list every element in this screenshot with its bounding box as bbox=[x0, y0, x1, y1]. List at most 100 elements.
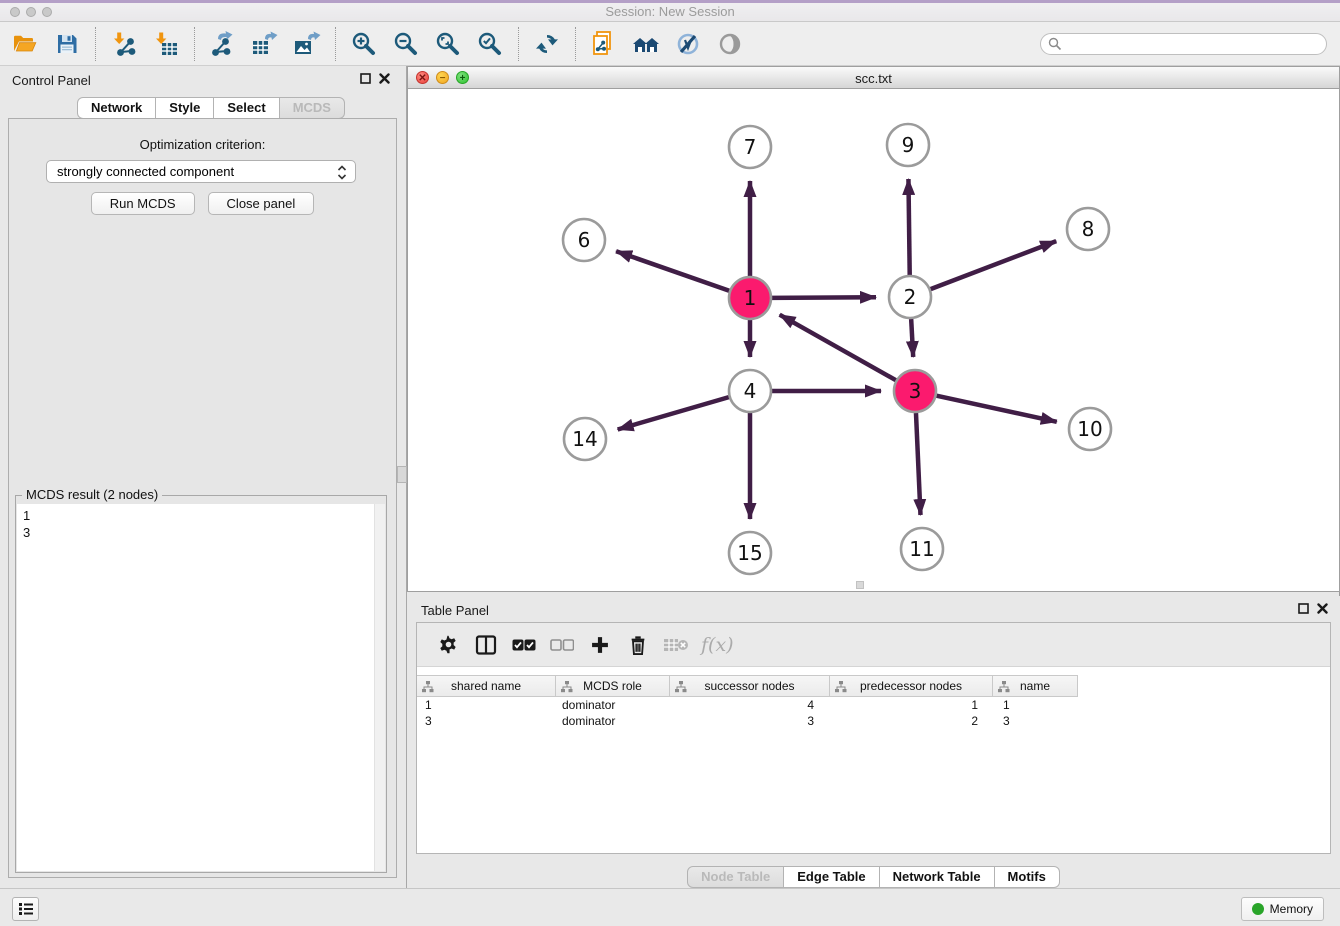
graph-edge-1-2[interactable] bbox=[772, 297, 876, 298]
graph-edge-3-11[interactable] bbox=[916, 413, 921, 515]
graph-edge-4-14[interactable] bbox=[618, 397, 729, 429]
graph-edge-2-8[interactable] bbox=[931, 241, 1057, 289]
splitter-grip[interactable] bbox=[397, 466, 407, 483]
refresh-layout-icon[interactable] bbox=[532, 29, 562, 59]
cell-predecessor-nodes: 2 bbox=[830, 714, 993, 730]
toolbar-separator bbox=[518, 27, 519, 61]
split-view-icon[interactable] bbox=[472, 632, 500, 658]
float-table-panel-icon[interactable] bbox=[1298, 603, 1309, 614]
graph-node-8[interactable]: 8 bbox=[1067, 208, 1109, 250]
table-header-row: shared nameMCDS rolesuccessor nodesprede… bbox=[417, 675, 1078, 697]
settings-gear-icon[interactable] bbox=[434, 632, 462, 658]
cell-name: 3 bbox=[993, 714, 1078, 730]
column-header-name[interactable]: name bbox=[993, 675, 1078, 697]
canvas-resize-grip[interactable] bbox=[856, 581, 864, 589]
graph-node-2[interactable]: 2 bbox=[889, 276, 931, 318]
column-header-successor-nodes[interactable]: successor nodes bbox=[670, 675, 830, 697]
graph-node-14[interactable]: 14 bbox=[564, 418, 606, 460]
close-panel-icon[interactable] bbox=[379, 73, 390, 84]
network-canvas[interactable]: 7 9 6 8 1 2 4 3 14 10 15 11 bbox=[408, 89, 1339, 591]
task-history-button[interactable] bbox=[12, 897, 39, 921]
graph-node-4[interactable]: 4 bbox=[729, 370, 771, 412]
tab-select[interactable]: Select bbox=[214, 97, 279, 119]
graph-node-7[interactable]: 7 bbox=[729, 126, 771, 168]
mcds-tab-body: Optimization criterion: strongly connect… bbox=[8, 118, 397, 878]
graph-edge-3-1[interactable] bbox=[780, 315, 896, 381]
zoom-in-icon[interactable] bbox=[349, 29, 379, 59]
tab-network[interactable]: Network bbox=[77, 97, 156, 119]
cell-name: 1 bbox=[993, 698, 1078, 714]
table-panel: Table Panel bbox=[407, 596, 1340, 888]
vizmapper-icon[interactable] bbox=[673, 29, 703, 59]
cell-successor-nodes: 3 bbox=[670, 714, 830, 730]
optimization-criterion-label: Optimization criterion: bbox=[9, 137, 396, 152]
home-icon[interactable] bbox=[631, 29, 661, 59]
network-view-window: ✕ − + scc.txt 7 9 6 8 1 2 4 3 14 10 15 11 bbox=[407, 66, 1340, 592]
tab-motifs[interactable]: Motifs bbox=[995, 866, 1060, 888]
export-table-icon[interactable] bbox=[250, 29, 280, 59]
graph-node-15[interactable]: 15 bbox=[729, 532, 771, 574]
table-row[interactable]: 1dominator411 bbox=[417, 698, 1330, 714]
select-all-columns-icon[interactable] bbox=[510, 632, 538, 658]
graph-node-1[interactable]: 1 bbox=[729, 277, 771, 319]
toolbar-separator bbox=[575, 27, 576, 61]
graph-node-9[interactable]: 9 bbox=[887, 124, 929, 166]
tab-style[interactable]: Style bbox=[156, 97, 214, 119]
clone-network-icon[interactable] bbox=[589, 29, 619, 59]
save-session-icon[interactable] bbox=[52, 29, 82, 59]
zoom-fit-icon[interactable] bbox=[433, 29, 463, 59]
search-field[interactable] bbox=[1040, 33, 1327, 55]
tab-mcds[interactable]: MCDS bbox=[280, 97, 345, 119]
graph-node-10[interactable]: 10 bbox=[1069, 408, 1111, 450]
column-header-MCDS-role[interactable]: MCDS role bbox=[556, 675, 670, 697]
graph-edge-2-9[interactable] bbox=[908, 179, 909, 275]
graph-node-6[interactable]: 6 bbox=[563, 219, 605, 261]
graph-edge-2-3[interactable] bbox=[911, 319, 913, 357]
close-table-panel-icon[interactable] bbox=[1317, 603, 1328, 614]
zoom-out-icon[interactable] bbox=[391, 29, 421, 59]
function-builder-icon[interactable]: f(x) bbox=[701, 634, 734, 656]
network-graph[interactable]: 7 9 6 8 1 2 4 3 14 10 15 11 bbox=[408, 89, 1339, 591]
show-hide-panels-eye-icon[interactable] bbox=[715, 29, 745, 59]
network-window-titlebar[interactable]: ✕ − + scc.txt bbox=[408, 67, 1339, 89]
tab-edge-table[interactable]: Edge Table bbox=[784, 866, 879, 888]
import-network-icon[interactable] bbox=[109, 29, 139, 59]
svg-text:10: 10 bbox=[1077, 417, 1102, 441]
column-header-predecessor-nodes[interactable]: predecessor nodes bbox=[830, 675, 993, 697]
column-header-shared-name[interactable]: shared name bbox=[417, 675, 556, 697]
import-table-icon[interactable] bbox=[151, 29, 181, 59]
window-title: Session: New Session bbox=[0, 4, 1340, 19]
tab-node-table[interactable]: Node Table bbox=[687, 866, 784, 888]
graph-edge-1-6[interactable] bbox=[616, 251, 729, 291]
graph-edge-3-10[interactable] bbox=[936, 396, 1056, 422]
graph-node-3[interactable]: 3 bbox=[894, 370, 936, 412]
table-tabs: Node Table Edge Table Network Table Moti… bbox=[407, 866, 1340, 888]
zoom-selected-icon[interactable] bbox=[475, 29, 505, 59]
criterion-dropdown[interactable]: strongly connected component bbox=[46, 160, 356, 183]
close-panel-button[interactable]: Close panel bbox=[208, 192, 315, 215]
search-input[interactable] bbox=[1067, 37, 1326, 51]
chevron-up-down-icon bbox=[337, 164, 347, 181]
delete-column-trash-icon[interactable] bbox=[624, 632, 652, 658]
svg-text:1: 1 bbox=[744, 286, 757, 310]
tab-network-table[interactable]: Network Table bbox=[880, 866, 995, 888]
delete-table-icon[interactable] bbox=[662, 632, 690, 658]
control-panel-header: Control Panel bbox=[0, 66, 400, 94]
open-session-icon[interactable] bbox=[10, 29, 40, 59]
deselect-all-columns-icon[interactable] bbox=[548, 632, 576, 658]
table-row[interactable]: 3dominator323 bbox=[417, 714, 1330, 730]
export-network-icon[interactable] bbox=[208, 29, 238, 59]
mcds-result-text[interactable]: 1 3 bbox=[17, 504, 385, 871]
float-panel-icon[interactable] bbox=[360, 73, 371, 84]
add-column-icon[interactable] bbox=[586, 632, 614, 658]
memory-button[interactable]: Memory bbox=[1241, 897, 1324, 921]
task-list-icon bbox=[18, 902, 34, 916]
table-container: f(x) shared nameMCDS rolesuccessor nodes… bbox=[416, 622, 1331, 854]
export-image-icon[interactable] bbox=[292, 29, 322, 59]
graph-node-11[interactable]: 11 bbox=[901, 528, 943, 570]
result-scrollbar[interactable] bbox=[374, 504, 385, 871]
search-icon bbox=[1048, 37, 1062, 51]
memory-status-dot bbox=[1252, 903, 1264, 915]
run-mcds-button[interactable]: Run MCDS bbox=[91, 192, 195, 215]
svg-text:8: 8 bbox=[1082, 217, 1095, 241]
